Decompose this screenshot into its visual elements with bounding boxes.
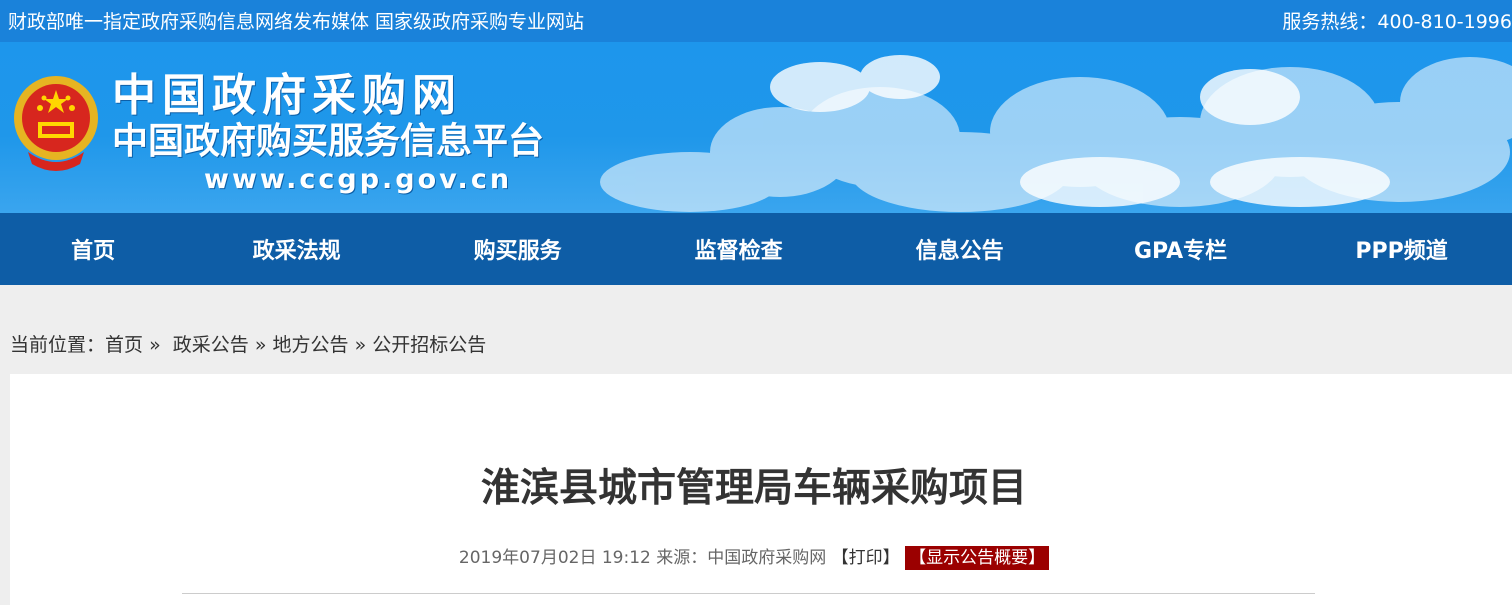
breadcrumb-home[interactable]: 首页 (105, 334, 143, 356)
breadcrumb-separator: » (254, 334, 267, 356)
nav-item-gpa[interactable]: GPA专栏 (1070, 213, 1291, 285)
service-hotline: 服务热线：400-810-1996 (1282, 11, 1512, 33)
site-url: www.ccgp.gov.cn (204, 164, 513, 195)
article-panel: 淮滨县城市管理局车辆采购项目 2019年07月02日 19:12 来源：中国政府… (10, 374, 1512, 605)
breadcrumb-public-tender[interactable]: 公开招标公告 (372, 334, 486, 356)
breadcrumb-separator: » (149, 334, 161, 356)
nav-item-announcements[interactable]: 信息公告 (849, 213, 1070, 285)
article-source: 中国政府采购网 (707, 548, 827, 568)
nav-item-ppp[interactable]: PPP频道 (1291, 213, 1512, 285)
article-date: 2019年07月02日 19:12 (458, 548, 651, 568)
divider (182, 593, 1315, 594)
nav-item-purchase-services[interactable]: 购买服务 (407, 213, 628, 285)
breadcrumb-separator: » (354, 334, 367, 356)
national-emblem-icon (14, 76, 98, 171)
site-title: 中国政府采购网 (112, 70, 462, 121)
top-bar: 财政部唯一指定政府采购信息网络发布媒体 国家级政府采购专业网站 服务热线：400… (0, 0, 1512, 42)
breadcrumb-prefix: 当前位置： (10, 334, 106, 356)
site-slogan: 财政部唯一指定政府采购信息网络发布媒体 国家级政府采购专业网站 (8, 11, 585, 33)
article-source-label: 来源： (656, 548, 708, 568)
main-nav: 首页 政采法规 购买服务 监督检查 信息公告 GPA专栏 PPP频道 (0, 213, 1512, 285)
breadcrumb: 当前位置：首页 » 政采公告 » 地方公告 » 公开招标公告 (10, 330, 486, 357)
nav-item-supervision[interactable]: 监督检查 (628, 213, 849, 285)
nav-item-home[interactable]: 首页 (0, 213, 186, 285)
show-summary-button[interactable]: 【显示公告概要】 (905, 546, 1050, 570)
site-subtitle: 中国政府购买服务信息平台 (112, 121, 545, 162)
breadcrumb-local-announcements[interactable]: 地方公告 (273, 334, 349, 356)
breadcrumb-announcements[interactable]: 政采公告 (173, 334, 249, 356)
header-banner: 中国政府采购网 中国政府购买服务信息平台 www.ccgp.gov.cn (0, 42, 1512, 213)
nav-item-regulations[interactable]: 政采法规 (186, 213, 407, 285)
article-meta: 2019年07月02日 19:12 来源：中国政府采购网 【打印】 【显示公告概… (10, 543, 1498, 570)
article-title: 淮滨县城市管理局车辆采购项目 (480, 466, 1027, 511)
print-button[interactable]: 【打印】 (832, 548, 900, 568)
